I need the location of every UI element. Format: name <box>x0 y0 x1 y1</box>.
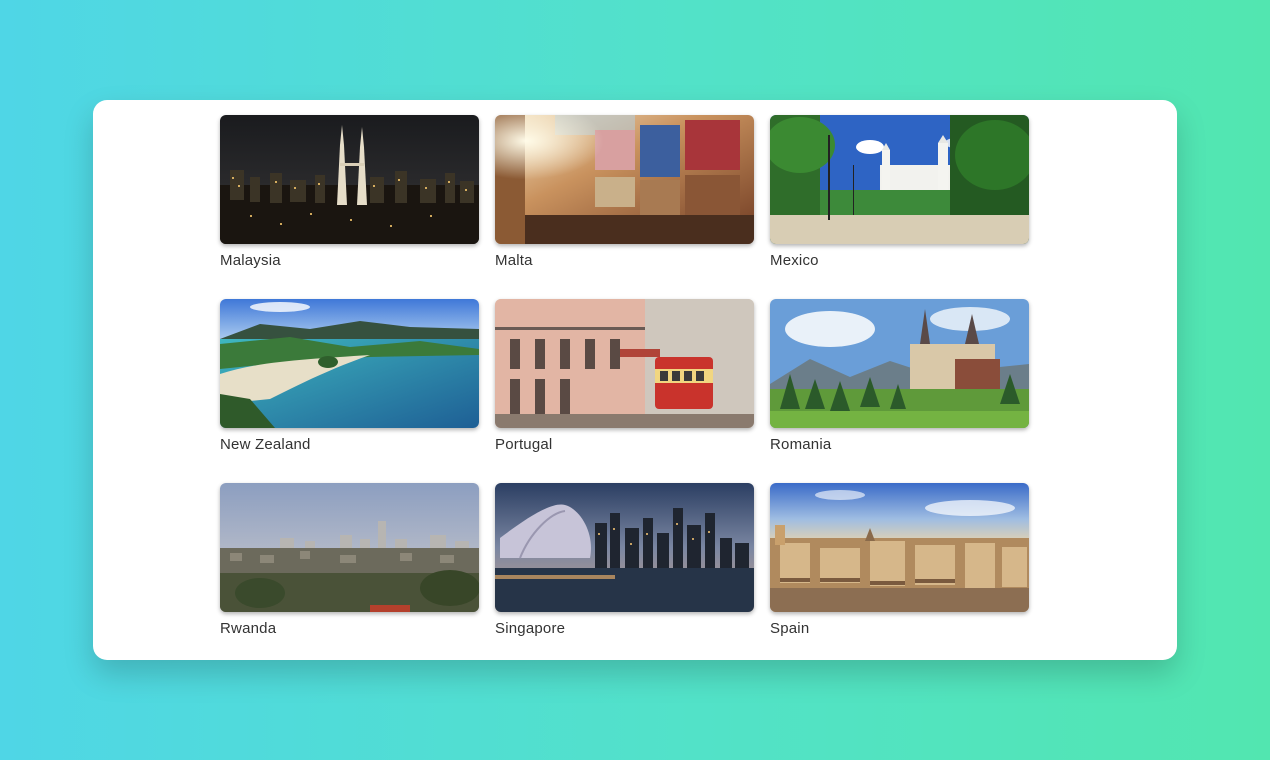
country-tile-spain[interactable]: Spain <box>770 483 1029 636</box>
country-tile-malaysia[interactable]: Malaysia <box>220 115 479 268</box>
country-image-malta[interactable] <box>495 115 754 244</box>
country-tile-portugal[interactable]: Portugal <box>495 299 754 452</box>
country-tile-singapore[interactable]: Singapore <box>495 483 754 636</box>
country-label-malta[interactable]: Malta <box>495 253 754 268</box>
country-grid: Malaysia Malta Mexico New Zealand Portug… <box>220 115 1029 636</box>
country-gallery-card: Malaysia Malta Mexico New Zealand Portug… <box>93 100 1177 660</box>
country-label-singapore[interactable]: Singapore <box>495 621 754 636</box>
country-image-mexico[interactable] <box>770 115 1029 244</box>
country-label-spain[interactable]: Spain <box>770 621 1029 636</box>
country-image-portugal[interactable] <box>495 299 754 428</box>
country-label-portugal[interactable]: Portugal <box>495 437 754 452</box>
country-tile-romania[interactable]: Romania <box>770 299 1029 452</box>
country-tile-mexico[interactable]: Mexico <box>770 115 1029 268</box>
country-label-mexico[interactable]: Mexico <box>770 253 1029 268</box>
country-image-singapore[interactable] <box>495 483 754 612</box>
country-label-romania[interactable]: Romania <box>770 437 1029 452</box>
country-label-rwanda[interactable]: Rwanda <box>220 621 479 636</box>
country-tile-malta[interactable]: Malta <box>495 115 754 268</box>
country-image-spain[interactable] <box>770 483 1029 612</box>
country-image-romania[interactable] <box>770 299 1029 428</box>
country-label-new-zealand[interactable]: New Zealand <box>220 437 479 452</box>
country-image-malaysia[interactable] <box>220 115 479 244</box>
country-image-new-zealand[interactable] <box>220 299 479 428</box>
country-tile-new-zealand[interactable]: New Zealand <box>220 299 479 452</box>
country-image-rwanda[interactable] <box>220 483 479 612</box>
country-label-malaysia[interactable]: Malaysia <box>220 253 479 268</box>
country-tile-rwanda[interactable]: Rwanda <box>220 483 479 636</box>
